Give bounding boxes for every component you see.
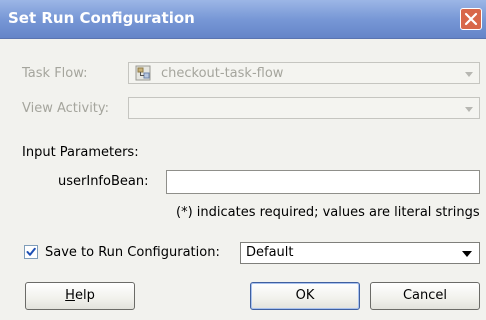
- view-activity-label: View Activity:: [22, 101, 110, 116]
- help-label: elp: [74, 288, 95, 303]
- param-label-userinfobean: userInfoBean:: [58, 174, 149, 189]
- save-to-run-configuration-checkbox[interactable]: [24, 245, 38, 259]
- run-configuration-value: Default: [246, 245, 294, 260]
- close-icon: [464, 12, 478, 26]
- ok-button[interactable]: OK: [250, 282, 360, 310]
- set-run-configuration-dialog: Set Run Configuration Task Flow: checkou…: [0, 0, 486, 320]
- param-input-userinfobean[interactable]: [166, 170, 480, 194]
- cancel-label: Cancel: [402, 288, 448, 303]
- task-flow-label: Task Flow:: [22, 66, 88, 81]
- task-flow-value: checkout-task-flow: [161, 66, 284, 81]
- task-flow-combo[interactable]: checkout-task-flow: [128, 62, 480, 84]
- save-to-run-configuration-label: Save to Run Configuration:: [45, 245, 220, 260]
- chevron-down-icon: [465, 72, 473, 77]
- required-note: (*) indicates required; values are liter…: [176, 205, 480, 220]
- close-button[interactable]: [460, 8, 482, 30]
- cancel-button[interactable]: Cancel: [370, 282, 480, 310]
- dialog-title: Set Run Configuration: [8, 9, 195, 27]
- ok-label: OK: [295, 288, 315, 303]
- run-configuration-select[interactable]: Default: [240, 242, 480, 264]
- task-flow-icon: [135, 65, 151, 81]
- chevron-down-icon: [462, 251, 472, 257]
- input-parameters-heading: Input Parameters:: [22, 145, 139, 160]
- chevron-down-icon: [465, 107, 473, 112]
- title-bar[interactable]: Set Run Configuration: [0, 0, 486, 39]
- help-button[interactable]: Help: [25, 282, 135, 310]
- help-mnemonic: H: [65, 288, 75, 303]
- view-activity-combo[interactable]: [128, 97, 480, 119]
- checkmark-icon: [26, 247, 36, 256]
